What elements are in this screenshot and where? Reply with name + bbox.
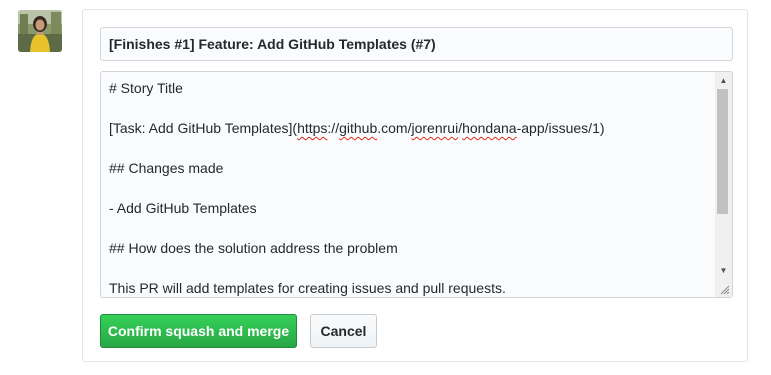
description-line: [109, 138, 714, 158]
scrollbar-thumb[interactable]: [717, 89, 728, 214]
merge-form: [Finishes #1] Feature: Add GitHub Templa…: [82, 9, 748, 362]
triangle-down-icon[interactable]: ▼: [715, 262, 732, 279]
spellcheck-word: https: [297, 120, 328, 136]
commit-description-text: # Story Title [Task: Add GitHub Template…: [109, 78, 714, 297]
description-line: This PR will add templates for creating …: [109, 280, 506, 296]
description-line: [109, 98, 714, 118]
commit-description-textarea[interactable]: # Story Title [Task: Add GitHub Template…: [100, 71, 733, 298]
description-line: ## Changes made: [109, 160, 224, 176]
spellcheck-word: jorenrui: [411, 120, 459, 136]
spellcheck-word: github: [339, 120, 378, 136]
description-line: - Add GitHub Templates: [109, 200, 257, 216]
description-line: [109, 258, 714, 278]
resize-grip-icon[interactable]: [720, 285, 730, 295]
description-line: [109, 218, 714, 238]
description-line: # Story Title: [109, 80, 183, 96]
commit-title-input[interactable]: [Finishes #1] Feature: Add GitHub Templa…: [100, 27, 733, 61]
confirm-squash-merge-button[interactable]: Confirm squash and merge: [100, 314, 297, 348]
spellcheck-word: hondana: [462, 120, 517, 136]
description-line: [109, 178, 714, 198]
triangle-up-icon[interactable]: ▲: [715, 72, 732, 89]
description-line: [Task: Add GitHub Templates](https://git…: [109, 120, 605, 136]
description-line: ## How does the solution address the pro…: [109, 240, 398, 256]
textarea-scrollbar[interactable]: ▲ ▼: [715, 72, 732, 297]
user-avatar[interactable]: [18, 10, 62, 52]
cancel-button[interactable]: Cancel: [310, 314, 377, 348]
